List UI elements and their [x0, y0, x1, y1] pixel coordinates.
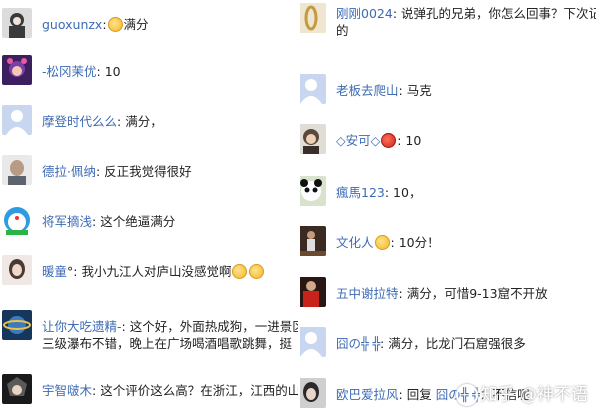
anime-girl-avatar-icon[interactable]	[2, 55, 32, 85]
girl-portrait-icon[interactable]	[2, 255, 32, 285]
cartoon-face-avatar-icon[interactable]	[300, 124, 326, 154]
comment-line: 文化人: 10分！	[336, 234, 596, 251]
comment-text: 满分，	[125, 114, 163, 129]
comment-text: 满分，比龙门石窟强很多	[388, 336, 526, 351]
comment-column-left: guoxunzx: 满分 -松冈茉优: 10 摩登时代么么: 满分， 德拉·佩纳:…	[0, 0, 300, 416]
comment-text: 满分	[123, 17, 149, 32]
woman-portrait-icon[interactable]	[2, 8, 32, 38]
comment-text: 我小九江人对庐山没感觉啊	[81, 264, 232, 279]
user-name-link[interactable]: 摩登时代么么	[42, 114, 117, 129]
separator: :	[92, 383, 101, 398]
separator: :	[121, 319, 130, 334]
separator: :	[102, 17, 107, 32]
default-user-avatar-icon[interactable]	[2, 105, 32, 135]
zhihu-logo-icon	[455, 384, 478, 406]
comment-text: 这个评价这么高？在浙江，江西的山	[100, 383, 298, 398]
comment-line: guoxunzx: 满分	[42, 16, 298, 33]
comment-text: 满分，可惜9-13窟不开放	[406, 286, 548, 301]
user-name-link[interactable]: 老板去爬山	[336, 83, 399, 98]
smile-emoji-icon	[232, 264, 248, 279]
devil-emoji-icon	[381, 133, 397, 148]
comment-text: 回复	[406, 387, 436, 402]
separator: :	[398, 286, 407, 301]
default-user-avatar-icon[interactable]	[300, 74, 326, 104]
comment-text: 10	[104, 64, 121, 79]
separator: :	[398, 83, 407, 98]
comment-text: 10，	[393, 185, 422, 200]
gold-ring-avatar-icon[interactable]	[300, 3, 326, 33]
athlete-photo-avatar-icon[interactable]	[300, 226, 326, 256]
user-name-link[interactable]: 欧巴爱拉风	[336, 387, 399, 402]
separator: :	[380, 336, 389, 351]
comment-line: 摩登时代么么: 满分，	[42, 113, 298, 130]
comment-text: 说弹孔的兄弟，你怎么回事？下次记	[401, 6, 596, 21]
smile-emoji-icon	[374, 235, 390, 250]
comment-line: 老板去爬山: 马克	[336, 82, 596, 99]
separator: :	[384, 185, 394, 200]
user-name-link[interactable]: 刚刚0024	[336, 6, 393, 21]
user-name-link[interactable]: ◇安可◇	[336, 133, 380, 148]
zhihu-watermark: 知乎 @神不语	[455, 380, 588, 406]
comment-line-1: 让你大吃遗精-: 这个好，外面热成狗，一进景区	[42, 318, 298, 335]
comment-line: 囧の╬ ╬: 满分，比龙门石窟强很多	[336, 335, 596, 352]
user-name-link[interactable]: 暖童	[42, 264, 67, 279]
comment-line: 德拉·佩纳: 反正我觉得很好	[42, 163, 298, 180]
user-name-link[interactable]: 囧の╬ ╬	[336, 336, 380, 351]
comment-line: 五中谢拉特: 满分，可惜9-13窟不开放	[336, 285, 596, 302]
smile-emoji-icon	[107, 17, 123, 32]
user-name-link[interactable]: 德拉·佩纳	[42, 164, 96, 179]
comment-line: 刚刚0024: 说弹孔的兄弟，你怎么回事？下次记 的	[336, 5, 596, 39]
user-name-link[interactable]: 文化人	[336, 235, 374, 250]
comment-line: 让你大吃遗精-: 这个好，外面热成狗，一进景区 三级瀑布不错，晚上在广场喝酒唱歌…	[42, 318, 298, 352]
comment-line: ◇安可◇: 10	[336, 132, 596, 149]
comment-line: 将军摘浅: 这个绝逼满分	[42, 213, 298, 230]
separator: :	[390, 235, 399, 250]
doraemon-avatar-icon[interactable]	[2, 205, 32, 235]
panda-avatar-icon[interactable]	[300, 176, 326, 206]
user-name-link[interactable]: 五中谢拉特	[336, 286, 399, 301]
user-name-link[interactable]: 瘋馬123	[336, 185, 385, 200]
comment-column-right: 刚刚0024: 说弹孔的兄弟，你怎么回事？下次记 的 老板去爬山: 马克 ◇安可…	[300, 0, 600, 416]
bald-man-portrait-icon[interactable]	[2, 155, 32, 185]
singer-portrait-avatar-icon[interactable]	[300, 378, 326, 408]
user-name-link[interactable]: 让你大吃遗精-	[42, 319, 122, 334]
anime-character-avatar-icon[interactable]	[2, 374, 32, 404]
smile-emoji-icon	[249, 264, 265, 279]
comment-line-1: 刚刚0024: 说弹孔的兄弟，你怎么回事？下次记	[336, 5, 596, 22]
comment-text: 这个好，外面热成狗，一进景区	[129, 319, 298, 334]
comment-text-continued: 三级瀑布不错，晚上在广场喝酒唱歌跳舞，挺	[42, 336, 293, 351]
separator: :	[398, 387, 407, 402]
separator: :	[117, 114, 126, 129]
comment-line: 宇智啵木: 这个评价这么高？在浙江，江西的山	[42, 382, 298, 399]
watermark-text: 知乎 @神不语	[480, 385, 588, 405]
default-user-avatar-icon[interactable]	[300, 327, 326, 357]
football-player-avatar-icon[interactable]	[300, 277, 326, 307]
comment-text: 这个绝逼满分	[100, 214, 176, 229]
comment-line: 暖童°: 我小九江人对庐山没感觉啊	[42, 263, 298, 280]
user-name-link[interactable]: 宇智啵木	[42, 383, 92, 398]
comment-line: -松冈茉优: 10	[42, 63, 298, 80]
separator: :	[96, 64, 105, 79]
comment-text: 10分！	[398, 235, 440, 250]
user-name-link[interactable]: -松冈茉优	[42, 64, 97, 79]
user-name-link[interactable]: guoxunzx	[42, 17, 102, 32]
separator: :	[92, 214, 101, 229]
comment-text: 反正我觉得很好	[104, 164, 192, 179]
planet-badge-avatar-icon[interactable]	[2, 310, 32, 340]
comment-text-continued: 的	[336, 23, 349, 38]
comment-line: 瘋馬123: 10，	[336, 184, 596, 201]
user-name-link[interactable]: 将军摘浅	[42, 214, 92, 229]
comment-text: 10	[405, 133, 422, 148]
separator: :	[95, 164, 105, 179]
separator: :	[392, 6, 401, 21]
comment-text: 马克	[406, 83, 432, 98]
separator: °:	[67, 264, 82, 279]
